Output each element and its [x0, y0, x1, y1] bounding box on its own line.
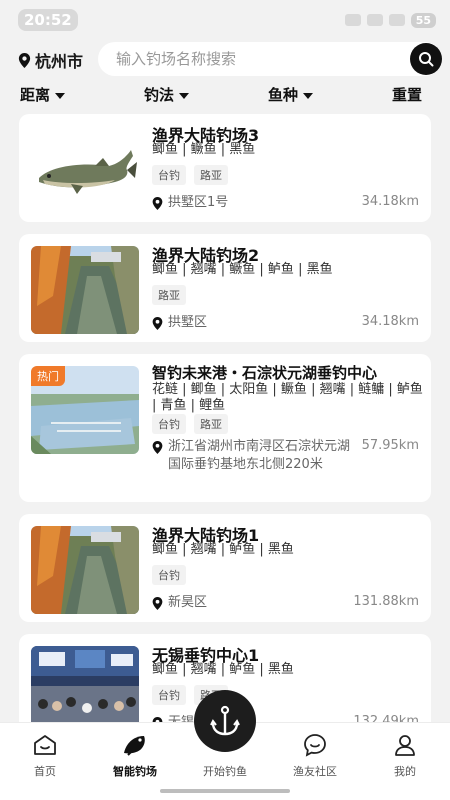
- status-bar: 20:52 55: [0, 0, 450, 40]
- hot-badge: 热门: [31, 366, 65, 386]
- filter-species-label: 鱼种: [268, 86, 299, 104]
- card-fish-species: 鲫鱼 | 鳜鱼 | 黑鱼: [152, 142, 256, 157]
- fishing-spot-card[interactable]: 热门 智钓未来港・石淙状元湖垂钓中心 花鲢 | 鲫鱼 | 太阳鱼 | 鳜鱼 | …: [19, 354, 431, 502]
- filter-distance-label: 距离: [20, 86, 51, 104]
- card-tags: 路亚: [152, 285, 186, 305]
- lake-photo: 热门: [31, 366, 139, 454]
- search-input[interactable]: [116, 50, 386, 68]
- caret-down-icon: [303, 92, 314, 99]
- anchor-icon: [210, 705, 240, 736]
- tab-me-label: 我的: [394, 765, 416, 778]
- search-button[interactable]: [410, 43, 442, 75]
- tab-smart-fishing-label: 智能钓场: [113, 765, 157, 778]
- card-fish-species: 鲫鱼 | 翘嘴 | 鲈鱼 | 黑鱼: [152, 542, 294, 557]
- tab-home-label: 首页: [34, 765, 56, 778]
- card-distance: 34.18km: [361, 194, 419, 209]
- search-row: 杭州市: [0, 42, 450, 78]
- tag: 台钓: [152, 685, 186, 705]
- fishing-spot-card[interactable]: 渔界大陆钓场1 鲫鱼 | 翘嘴 | 鲈鱼 | 黑鱼 台钓 新昊区 131.88k…: [19, 514, 431, 622]
- tab-smart-fishing[interactable]: 智能钓场: [95, 733, 175, 779]
- tag: 台钓: [152, 565, 186, 585]
- card-fish-species: 鲫鱼 | 翘嘴 | 鲈鱼 | 黑鱼: [152, 662, 294, 677]
- search-icon: [419, 52, 434, 67]
- card-tags: 台钓: [152, 565, 186, 585]
- tag: 路亚: [194, 165, 228, 185]
- signal-icon: [366, 14, 383, 26]
- filter-method-label: 钓法: [144, 86, 175, 104]
- user-icon: [395, 735, 415, 756]
- tag: 路亚: [194, 414, 228, 434]
- filter-method[interactable]: 钓法: [144, 84, 190, 105]
- expo-photo: [31, 646, 139, 734]
- city-selector[interactable]: 杭州市: [18, 48, 98, 72]
- city-label: 杭州市: [35, 52, 84, 71]
- card-location-text: 拱墅区: [168, 315, 208, 330]
- tab-community[interactable]: 渔友社区: [275, 733, 355, 779]
- fishing-spot-card[interactable]: 渔界大陆钓场3 鲫鱼 | 鳜鱼 | 黑鱼 台钓 路亚 拱墅区1号 34.18km: [19, 114, 431, 222]
- tab-start-fishing[interactable]: 开始钓鱼: [185, 763, 265, 779]
- card-location-text: 浙江省湖州市南浔区石淙状元湖国际垂钓基地东北侧220米: [168, 439, 351, 472]
- card-location-text: 新昊区: [168, 595, 208, 610]
- fish-icon: [124, 736, 145, 756]
- card-tags: 台钓 路亚: [152, 165, 228, 185]
- tab-me[interactable]: 我的: [365, 733, 445, 779]
- tag: 台钓: [152, 414, 186, 434]
- card-fish-species: 花鲢 | 鲫鱼 | 太阳鱼 | 鳜鱼 | 翘嘴 | 鲢鳙 | 鲈鱼 | 青鱼 |…: [152, 382, 423, 413]
- location-pin-icon: [152, 441, 163, 454]
- location-pin-icon: [152, 317, 163, 330]
- reset-button[interactable]: 重置: [392, 84, 422, 105]
- caret-down-icon: [55, 92, 66, 99]
- reset-label: 重置: [392, 86, 423, 104]
- tab-community-label: 渔友社区: [293, 765, 337, 778]
- start-fishing-button[interactable]: [194, 690, 256, 752]
- pond-photo: [31, 246, 139, 334]
- card-fish-species: 鲫鱼 | 翘嘴 | 鳜鱼 | 鲈鱼 | 黑鱼: [152, 262, 333, 277]
- card-title: 智钓未来港・石淙状元湖垂钓中心: [152, 364, 378, 382]
- location-pin-icon: [152, 597, 163, 610]
- caret-down-icon: [179, 92, 190, 99]
- tag: 台钓: [152, 165, 186, 185]
- filter-species[interactable]: 鱼种: [268, 84, 314, 105]
- chat-icon: [304, 734, 326, 757]
- tag: 路亚: [152, 285, 186, 305]
- card-distance: 57.95km: [361, 438, 419, 453]
- location-pin-icon: [152, 197, 163, 210]
- card-tags: 台钓 路亚: [152, 414, 228, 434]
- tab-home[interactable]: 首页: [5, 733, 85, 779]
- filter-distance[interactable]: 距离: [20, 84, 66, 105]
- tab-start-fishing-label: 开始钓鱼: [203, 765, 247, 778]
- card-location: 新昊区: [152, 594, 207, 612]
- mute-icon: [344, 14, 361, 26]
- fish-image: [31, 126, 139, 214]
- card-location: 拱墅区: [152, 314, 207, 332]
- home-icon: [34, 735, 56, 755]
- wifi-icon: [388, 14, 405, 26]
- card-location: 浙江省湖州市南浔区石淙状元湖国际垂钓基地东北侧220米: [152, 438, 362, 474]
- pond-photo: [31, 526, 139, 614]
- home-indicator: [160, 789, 290, 793]
- search-box: [98, 42, 442, 76]
- fishing-spot-card[interactable]: 渔界大陆钓场2 鲫鱼 | 翘嘴 | 鳜鱼 | 鲈鱼 | 黑鱼 路亚 拱墅区 34…: [19, 234, 431, 342]
- battery-icon: 55: [410, 12, 436, 28]
- status-icons: 55: [344, 12, 436, 28]
- card-location-text: 拱墅区1号: [168, 195, 229, 210]
- filter-row: 距离 钓法 鱼种 重置: [0, 84, 450, 106]
- card-location: 拱墅区1号: [152, 194, 228, 212]
- status-time: 20:52: [18, 9, 78, 31]
- card-distance: 131.88km: [353, 594, 419, 609]
- location-pin-icon: [18, 52, 31, 68]
- card-distance: 34.18km: [361, 314, 419, 329]
